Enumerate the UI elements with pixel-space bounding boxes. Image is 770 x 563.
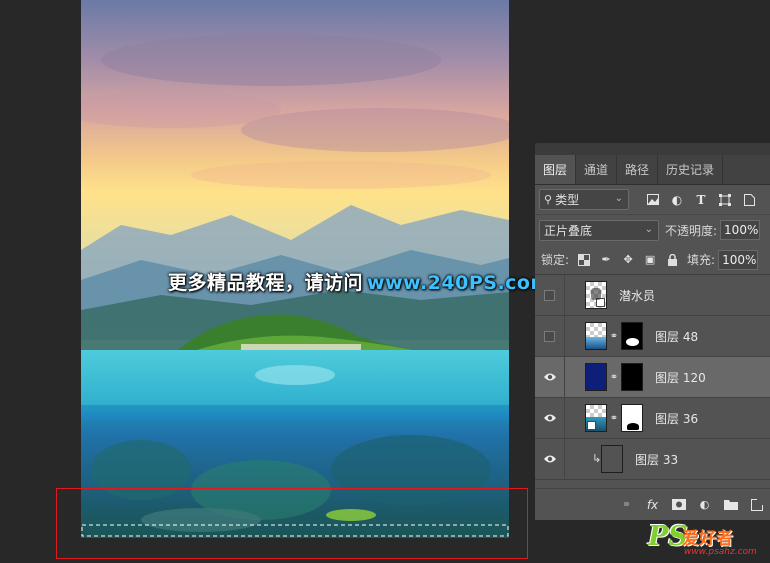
adjustment-filter-icon[interactable]: ◐	[669, 192, 685, 208]
layer-row[interactable]: ⚭ 图层 120	[535, 356, 770, 398]
watermark: 更多精品教程，请访问 www.240PS.com	[168, 268, 551, 295]
lock-all-icon[interactable]	[665, 253, 679, 267]
site-logo: PS 爱好者 www.psahz.com	[648, 521, 766, 561]
logo-url: www.psahz.com	[684, 547, 757, 557]
lock-transparency-icon[interactable]	[577, 253, 591, 267]
layer-row[interactable]: 潜水员	[535, 274, 770, 316]
filter-type-dropdown[interactable]: ⚲ 类型 ⌄	[539, 189, 629, 210]
layer-mask-thumbnail[interactable]	[621, 404, 643, 432]
logo-text: 爱好者	[682, 529, 733, 549]
visibility-eye-icon[interactable]	[535, 356, 565, 398]
layer-list: 潜水员 ⚭ 图层 48 ⚭ 图层 120 ⚭ 图层 36 ↳ 图层 33	[535, 274, 770, 480]
panel-tabs: 图层 通道 路径 历史记录	[535, 155, 770, 185]
lock-label: 锁定:	[541, 253, 570, 267]
panel-footer: ⚭ fx ◐	[535, 488, 770, 520]
highlight-box	[56, 488, 528, 559]
layer-name: 潜水员	[619, 288, 656, 303]
tab-1[interactable]: 通道	[576, 155, 618, 184]
shape-filter-icon[interactable]	[717, 192, 733, 208]
visibility-eye-icon[interactable]	[535, 397, 565, 439]
watermark-text: 更多精品教程，请访问	[168, 272, 364, 294]
lock-row: 锁定: ✒ ✥ ▣ 填充: 100%	[535, 245, 770, 275]
opacity-label: 不透明度:	[665, 223, 718, 238]
panel-header-strip[interactable]	[535, 143, 770, 155]
blend-mode-dropdown[interactable]: 正片叠底 ⌄	[539, 219, 659, 241]
lock-artboard-icon[interactable]: ▣	[643, 253, 657, 267]
blend-row: 正片叠底 ⌄ 不透明度: 100%	[535, 215, 770, 245]
chevron-down-icon: ⌄	[644, 223, 653, 235]
chain-link-icon[interactable]: ⚭	[609, 372, 619, 383]
layer-mask-thumbnail[interactable]	[621, 363, 643, 391]
visibility-toggle-off[interactable]	[535, 315, 565, 357]
layer-thumbnail	[585, 322, 607, 350]
filter-row: ⚲ 类型 ⌄ ◐ T	[535, 185, 770, 215]
layer-thumbnail	[601, 445, 623, 473]
image-filter-icon[interactable]	[645, 192, 661, 208]
layer-mask-thumbnail[interactable]	[621, 322, 643, 350]
layer-row[interactable]: ↳ 图层 33	[535, 438, 770, 480]
layer-name: 图层 33	[635, 452, 679, 467]
type-filter-icon[interactable]: T	[693, 192, 709, 208]
visibility-toggle-off[interactable]	[535, 274, 565, 316]
add-mask-icon[interactable]	[671, 497, 686, 512]
chevron-down-icon: ⌄	[614, 193, 623, 204]
layer-name: 图层 48	[655, 329, 699, 344]
layer-row[interactable]: ⚭ 图层 36	[535, 397, 770, 439]
fill-label: 填充:	[687, 253, 716, 267]
layer-thumbnail	[585, 281, 607, 309]
tab-2[interactable]: 路径	[617, 155, 659, 184]
chain-link-icon[interactable]: ⚭	[609, 331, 619, 342]
new-layer-icon[interactable]	[749, 497, 764, 512]
filter-type-label: 类型	[555, 193, 580, 207]
layer-thumbnail	[585, 404, 607, 432]
lock-pixels-icon[interactable]: ✒	[599, 253, 613, 267]
opacity-field[interactable]: 100%	[720, 220, 761, 240]
fill-field[interactable]: 100%	[718, 249, 759, 270]
layer-name: 图层 120	[655, 370, 706, 385]
link-layers-icon[interactable]: ⚭	[619, 497, 634, 512]
tab-3[interactable]: 历史记录	[658, 155, 724, 184]
layers-panel: 图层 通道 路径 历史记录 ⚲ 类型 ⌄ ◐ T 正片叠底 ⌄ 不透明度: 100% 锁…	[535, 143, 770, 520]
watermark-url: www.240PS.com	[367, 272, 551, 294]
search-icon: ⚲	[544, 193, 553, 206]
tab-0[interactable]: 图层	[535, 155, 577, 184]
filter-icons: ◐ T	[637, 192, 757, 208]
new-group-icon[interactable]	[723, 497, 738, 512]
layer-name: 图层 36	[655, 411, 699, 426]
adjustment-layer-icon[interactable]: ◐	[697, 497, 712, 512]
clipping-arrow-icon: ↳	[592, 452, 602, 465]
blend-mode-value: 正片叠底	[544, 223, 593, 238]
chain-link-icon[interactable]: ⚭	[609, 413, 619, 424]
layer-thumbnail	[585, 363, 607, 391]
lock-position-icon[interactable]: ✥	[621, 253, 635, 267]
layer-style-fx-icon[interactable]: fx	[645, 497, 660, 512]
visibility-eye-icon[interactable]	[535, 438, 565, 480]
layer-row[interactable]: ⚭ 图层 48	[535, 315, 770, 357]
smart-object-filter-icon[interactable]	[741, 192, 757, 208]
